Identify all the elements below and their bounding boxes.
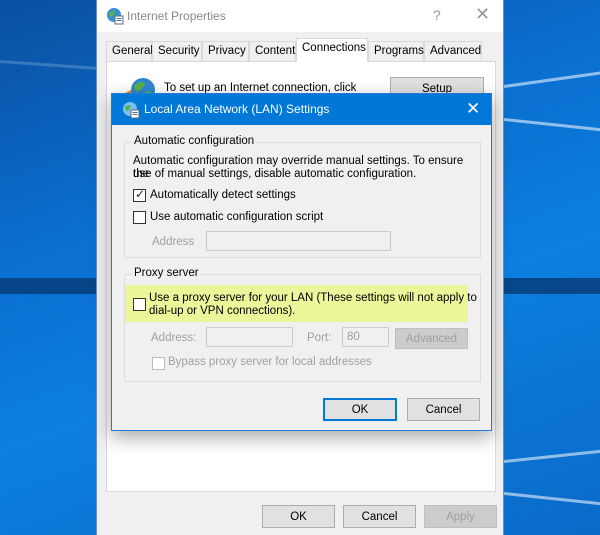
- auto-detect-label[interactable]: Automatically detect settings: [150, 189, 296, 201]
- apply-button[interactable]: Apply: [424, 505, 497, 528]
- help-button[interactable]: ?: [433, 7, 441, 23]
- window-title: Internet Properties: [127, 9, 226, 23]
- script-address-input[interactable]: [206, 231, 391, 251]
- tab-security[interactable]: Security: [152, 41, 202, 61]
- bypass-local-checkbox[interactable]: [152, 357, 165, 370]
- ok-button[interactable]: OK: [262, 505, 335, 528]
- cancel-button[interactable]: Cancel: [343, 505, 416, 528]
- proxy-advanced-button[interactable]: Advanced: [395, 328, 468, 349]
- proxy-address-input[interactable]: [206, 327, 293, 347]
- tab-programs[interactable]: Programs: [368, 41, 424, 61]
- desktop-streak: [503, 118, 600, 132]
- window-close-button[interactable]: ✕: [475, 4, 490, 25]
- desktop-streak: [503, 71, 600, 88]
- desktop-streak: [503, 492, 600, 506]
- script-address-label: Address: [152, 236, 195, 248]
- tab-advanced[interactable]: Advanced: [424, 41, 482, 61]
- checkmark-icon: ✓: [135, 187, 146, 201]
- dialog-title: Local Area Network (LAN) Settings: [144, 102, 330, 116]
- dialog-title-bar[interactable]: Local Area Network (LAN) Settings ✕: [112, 94, 491, 125]
- automatic-configuration-legend: Automatic configuration: [132, 135, 257, 147]
- proxy-server-legend: Proxy server: [132, 267, 201, 279]
- tab-general[interactable]: General: [106, 41, 153, 61]
- tab-connections[interactable]: Connections: [296, 38, 368, 62]
- auto-config-script-label[interactable]: Use automatic configuration script: [150, 211, 323, 223]
- internet-options-icon: [106, 7, 124, 28]
- auto-detect-checkbox[interactable]: ✓: [133, 187, 146, 202]
- desktop-streak: [0, 60, 96, 70]
- automatic-configuration-group: Automatic configuration Automatic config…: [124, 135, 481, 258]
- use-proxy-checkbox[interactable]: [133, 298, 146, 311]
- auto-config-script-checkbox[interactable]: [133, 211, 146, 224]
- tab-content[interactable]: Content: [249, 41, 296, 61]
- proxy-port-input[interactable]: 80: [342, 327, 389, 347]
- auto-config-description-line2: use of manual settings, disable automati…: [133, 168, 417, 180]
- tab-privacy[interactable]: Privacy: [202, 41, 249, 61]
- dialog-ok-button[interactable]: OK: [323, 398, 397, 421]
- lan-settings-icon: [122, 101, 140, 122]
- bypass-local-label[interactable]: Bypass proxy server for local addresses: [168, 356, 372, 368]
- proxy-port-label: Port:: [307, 332, 332, 344]
- desktop-streak: [503, 449, 600, 463]
- dialog-close-button[interactable]: ✕: [466, 99, 480, 119]
- window-title-bar[interactable]: Internet Properties ? ✕: [97, 0, 503, 32]
- dialog-cancel-button[interactable]: Cancel: [407, 398, 480, 421]
- use-proxy-label-line2[interactable]: dial-up or VPN connections).: [149, 305, 295, 317]
- use-proxy-label-line1[interactable]: Use a proxy server for your LAN (These s…: [149, 292, 477, 304]
- lan-settings-dialog: Local Area Network (LAN) Settings ✕ Auto…: [111, 93, 492, 431]
- proxy-server-group: Proxy server Use a proxy server for your…: [124, 267, 481, 382]
- proxy-address-label: Address:: [151, 332, 197, 344]
